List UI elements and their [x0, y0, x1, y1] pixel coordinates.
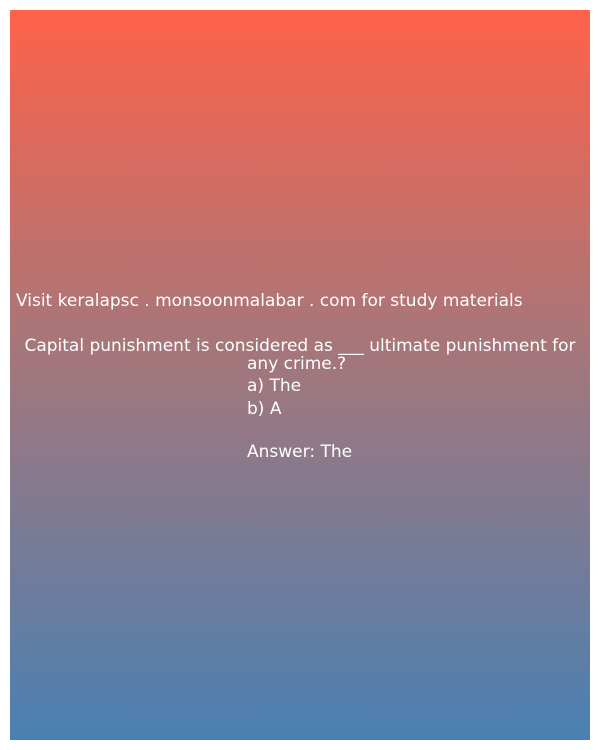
- option-a: a) The: [247, 376, 302, 396]
- option-b: b) A: [247, 399, 282, 419]
- promo-text: Visit keralapsc . monsoonmalabar . com f…: [16, 291, 523, 311]
- question-text-continued: any crime.?: [247, 354, 347, 374]
- answer-text: Answer: The: [247, 442, 353, 462]
- quiz-card: Visit keralapsc . monsoonmalabar . com f…: [10, 10, 590, 740]
